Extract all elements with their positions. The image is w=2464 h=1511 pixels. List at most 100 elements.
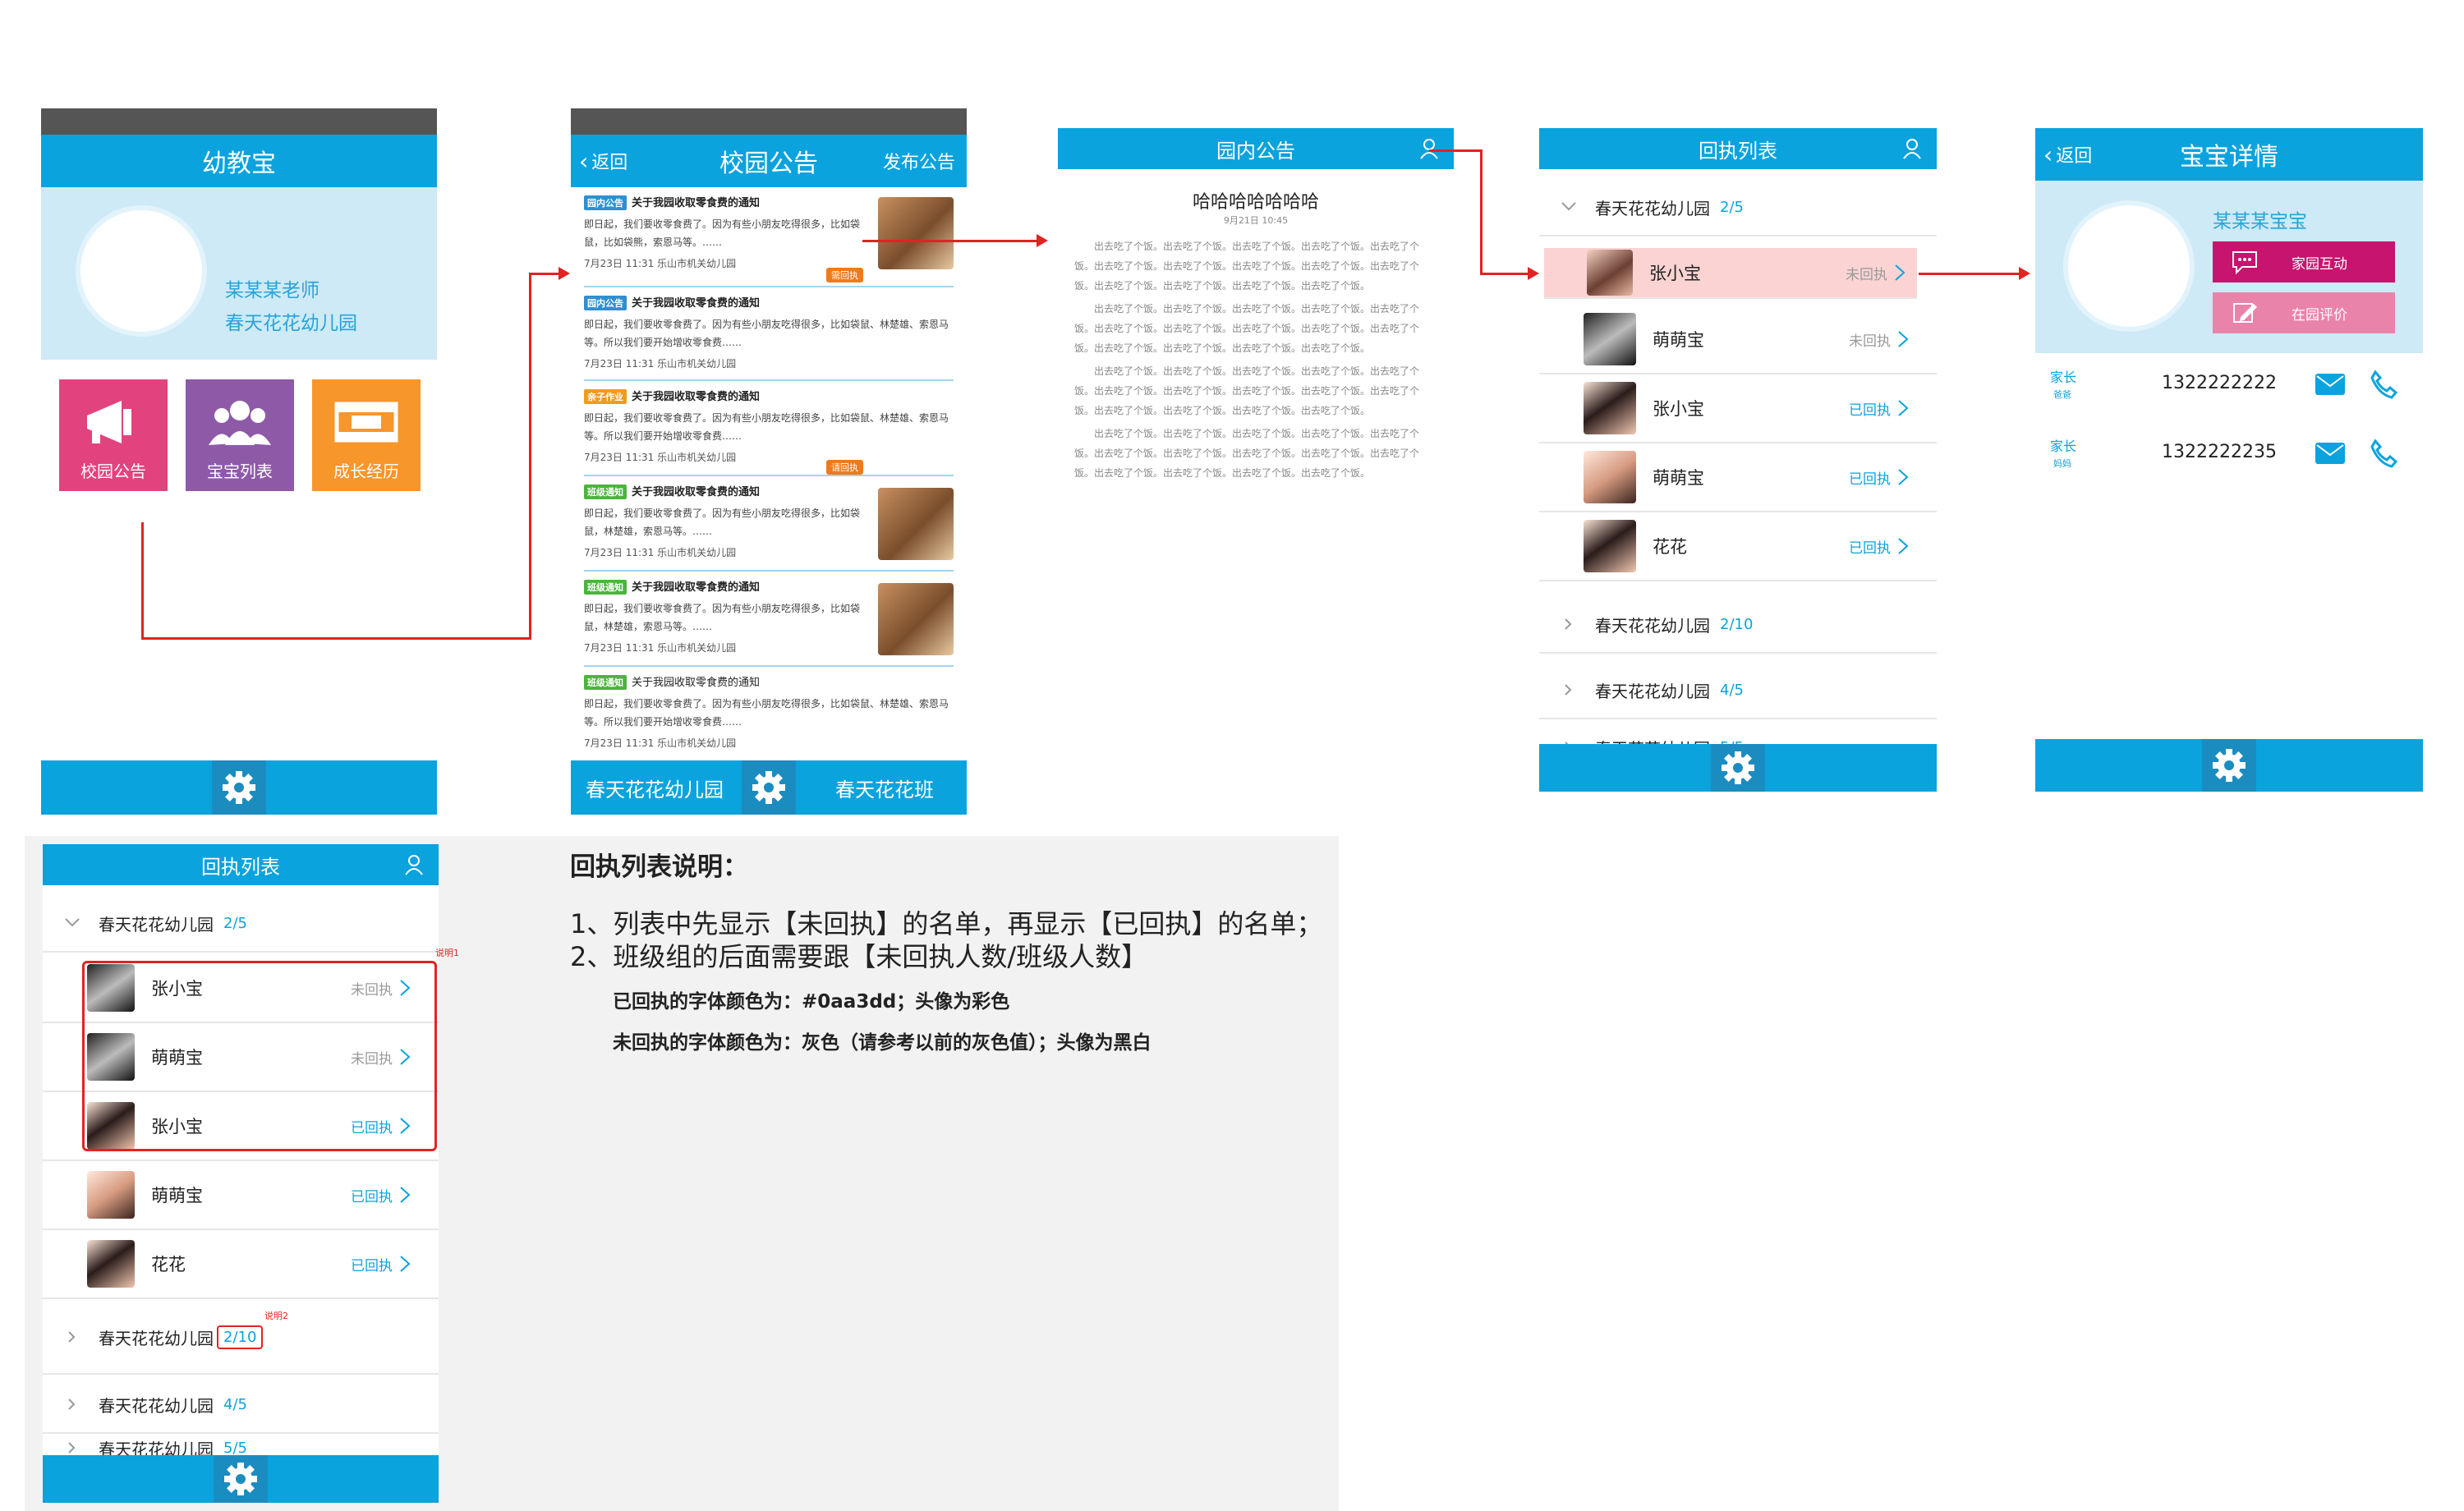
page-title: 回执列表 — [1699, 139, 1777, 163]
article-screen: 园内公告 哈哈哈哈哈哈哈 9月21日 10:45 出去吃了个饭。出去吃了个饭。出… — [1058, 128, 1454, 588]
article-body: 出去吃了个饭。出去吃了个饭。出去吃了个饭。出去吃了个饭。出去吃了个饭。出去吃了个… — [1074, 237, 1436, 486]
footer-bar — [2035, 739, 2423, 792]
news-item[interactable]: 亲子作业 关于我园收取零食费的通知 即日起，我们要收零食费了。因为有些小朋友吃得很… — [584, 388, 954, 476]
home-screen: 幼教宝 某某某老师 春天花花幼儿园 校园公告 宝宝列表 成长经历 — [41, 108, 437, 815]
phone-icon[interactable] — [2369, 370, 2398, 399]
list-item[interactable]: 花花 已回执 — [43, 1230, 439, 1299]
back-label: 返回 — [2056, 146, 2093, 167]
news-body: 即日起，我们要收零食费了。因为有些小朋友吃得很多，比如袋鼠、林楚雄、索恩马等。所… — [584, 698, 949, 728]
tile-notices[interactable]: 校园公告 — [59, 379, 168, 491]
chevron-right-icon — [1898, 400, 1909, 416]
footer-bar — [41, 760, 437, 815]
chevron-right-icon — [400, 1187, 411, 1203]
paragraph: 出去吃了个饭。出去吃了个饭。出去吃了个饭。出去吃了个饭。出去吃了个饭。出去吃了个… — [1074, 303, 1420, 354]
group-name: 春天花花幼儿园 — [1595, 681, 1710, 701]
settings-button[interactable] — [2202, 739, 2256, 792]
annotation-box — [82, 961, 437, 1151]
settings-button[interactable] — [212, 760, 266, 815]
avatar — [87, 1171, 135, 1219]
settings-button[interactable] — [1711, 744, 1765, 792]
page-title: 宝宝详情 — [2180, 143, 2278, 172]
mail-icon[interactable] — [2315, 373, 2346, 396]
avatar — [1584, 313, 1636, 365]
tile-growth[interactable]: 成长经历 — [312, 379, 421, 491]
chevron-down-icon — [65, 918, 80, 927]
evaluation-button[interactable]: 在园评价 — [2213, 292, 2395, 333]
child-name: 萌萌宝 — [1653, 330, 1704, 350]
category-tag: 班级通知 — [584, 580, 627, 595]
child-name: 花花 — [1653, 537, 1687, 557]
annotation-label: 说明1 — [435, 948, 459, 958]
news-title: 关于我园收取零食费的通知 — [632, 677, 761, 689]
group-count: 2/5 — [1720, 198, 1744, 216]
receipt-header: 回执列表 — [43, 844, 439, 885]
chevron-right-icon — [1898, 331, 1909, 347]
people-icon — [209, 401, 271, 445]
user-icon[interactable] — [1902, 137, 1925, 160]
chevron-right-icon — [68, 1398, 76, 1410]
avatar — [1584, 382, 1636, 434]
footer-bar — [43, 1455, 439, 1503]
mail-icon[interactable] — [2315, 442, 2346, 465]
contact-role: 家长 — [2050, 439, 2077, 454]
back-button[interactable]: ‹ 返回 — [579, 148, 627, 175]
avatar[interactable] — [2063, 200, 2195, 332]
list-item[interactable]: 萌萌宝 已回执 — [43, 1161, 439, 1230]
group-header[interactable]: 春天花花幼儿园 4/5 — [43, 1376, 439, 1434]
news-item[interactable]: 班级通知 关于我园收取零食费的通知 即日起，我们要收零食费了。因为有些小朋友吃得很… — [584, 578, 954, 667]
baby-detail-screen: ‹ 返回 宝宝详情 某某某宝宝 家园互动 在园评价 家长 爸爸 132222222… — [2035, 128, 2423, 792]
flow-arrow — [529, 273, 560, 275]
group-header-expanded[interactable]: 春天花花幼儿园 2/5 — [43, 895, 439, 953]
receipt-badge: 请回执 — [826, 460, 863, 475]
list-item[interactable]: 花花 已回执 — [1539, 512, 1937, 581]
footer-class-button[interactable]: 春天花花班 — [835, 774, 934, 802]
flow-arrow — [1429, 149, 1482, 152]
phone-icon[interactable] — [2369, 439, 2398, 468]
list-item[interactable]: 张小宝 未回执 — [1544, 248, 1917, 299]
back-button[interactable]: ‹ 返回 — [2043, 141, 2092, 168]
chevron-right-icon — [1898, 469, 1909, 485]
news-item[interactable]: 园内公告 关于我园收取零食费的通知 即日起，我们要收零食费了。因为有些小朋友吃得很… — [584, 294, 954, 381]
tile-baby-list[interactable]: 宝宝列表 — [186, 379, 294, 491]
list-item[interactable]: 萌萌宝 已回执 — [1539, 443, 1937, 512]
category-tag: 亲子作业 — [584, 389, 627, 404]
article-title: 哈哈哈哈哈哈哈 — [1192, 192, 1319, 213]
group-count: 2/10 — [1720, 615, 1754, 633]
avatar[interactable] — [76, 205, 207, 337]
list-item[interactable]: 萌萌宝 未回执 — [1539, 305, 1937, 374]
group-header[interactable]: 春天花花幼儿园 2/10 — [43, 1301, 439, 1375]
news-item[interactable]: 班级通知 关于我园收取零食费的通知 即日起，我们要收零食费了。因为有些小朋友吃得很… — [584, 673, 954, 756]
gear-icon — [1722, 751, 1754, 784]
receipt-status: 已回执 — [1849, 540, 1891, 557]
group-count: 5/5 — [223, 1439, 247, 1457]
category-tag: 班级通知 — [584, 675, 627, 690]
flow-arrow — [141, 522, 144, 639]
receipt-status: 已回执 — [351, 1257, 393, 1274]
group-name: 春天花花幼儿园 — [1595, 198, 1710, 218]
group-header-expanded[interactable]: 春天花花幼儿园 2/5 — [1539, 179, 1937, 237]
group-header[interactable]: 春天花花幼儿园 2/10 — [1539, 596, 1937, 654]
footer-school-button[interactable]: 春天花花幼儿园 — [586, 774, 724, 802]
home-interaction-button[interactable]: 家园互动 — [2213, 241, 2395, 282]
child-name: 花花 — [151, 1255, 186, 1274]
publish-button[interactable]: 发布公告 — [883, 148, 955, 174]
news-item[interactable]: 班级通知 关于我园收取零食费的通知 即日起，我们要收零食费了。因为有些小朋友吃得很… — [584, 483, 954, 572]
footer-bar — [1539, 744, 1937, 792]
flow-arrow — [529, 273, 531, 640]
settings-button[interactable] — [214, 1455, 268, 1503]
flow-arrow — [141, 637, 531, 640]
list-item[interactable]: 张小宝 已回执 — [1539, 374, 1937, 443]
arrow-head — [1528, 267, 1539, 280]
child-name: 萌萌宝 — [151, 1186, 203, 1206]
footer-bar: 春天花花幼儿园 春天花花班 — [571, 760, 967, 815]
group-count: 2/5 — [223, 914, 247, 932]
group-header[interactable]: 春天花花幼儿园 4/5 — [1539, 662, 1937, 719]
child-name: 张小宝 — [1653, 399, 1704, 419]
chevron-right-icon — [1898, 538, 1909, 554]
user-icon[interactable] — [404, 853, 427, 876]
user-icon[interactable] — [1419, 137, 1442, 160]
app-title: 幼教宝 — [202, 149, 276, 178]
news-title: 关于我园收取零食费的通知 — [632, 197, 761, 209]
settings-button[interactable] — [742, 760, 796, 815]
group-count: 4/5 — [223, 1395, 247, 1413]
